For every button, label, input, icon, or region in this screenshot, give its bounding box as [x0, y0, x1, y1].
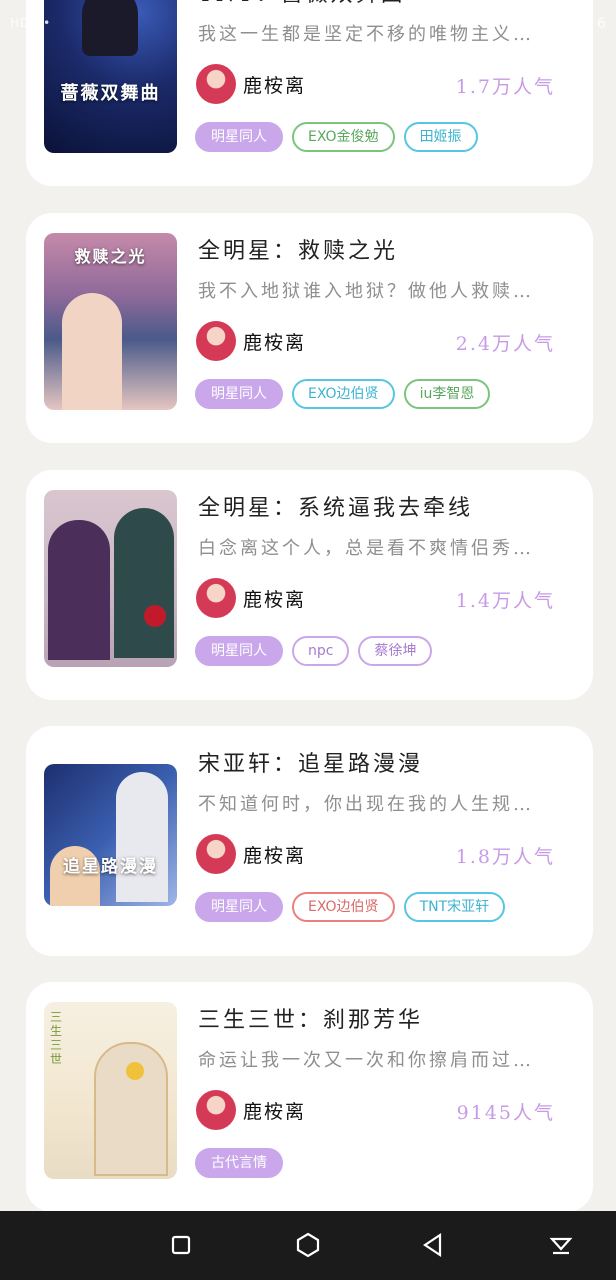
back-triangle-icon[interactable] — [420, 1231, 448, 1259]
tag-list: 古代言情 — [195, 1148, 292, 1178]
tag-list: 明星同人 EXO金俊勉 田姬振 — [195, 122, 487, 152]
tag[interactable]: 明星同人 — [195, 892, 283, 922]
cover-figure-left — [48, 520, 110, 660]
author-avatar[interactable] — [196, 1090, 236, 1130]
book-cover[interactable]: 三生三世 — [44, 1002, 177, 1179]
tag[interactable]: 蔡徐坤 — [358, 636, 433, 666]
popularity-count: 1.4万人气 — [455, 590, 555, 612]
author-avatar[interactable] — [196, 578, 236, 618]
popularity-count: 1.8万人气 — [455, 846, 555, 868]
tag-list: 明星同人 EXO边伯贤 TNT宋亚轩 — [195, 892, 514, 922]
author-name[interactable]: 鹿桉离 — [243, 71, 306, 98]
cover-title: 蔷薇双舞曲 — [60, 82, 161, 104]
system-nav-bar — [0, 1211, 616, 1280]
popularity-count: 9145人气 — [456, 1102, 555, 1124]
tag-list: 明星同人 npc 蔡徐坤 — [195, 636, 441, 666]
book-description: 我不入地狱谁入地狱？做他人救赎… — [198, 281, 534, 302]
author-name[interactable]: 鹿桉离 — [243, 585, 306, 612]
status-right: 6 — [597, 16, 606, 32]
tag[interactable]: TNT宋亚轩 — [403, 892, 506, 922]
cover-figure — [116, 772, 168, 902]
tag[interactable]: EXO边伯贤 — [292, 379, 395, 409]
popularity-count: 2.4万人气 — [455, 333, 555, 355]
tag[interactable]: 田姬振 — [403, 122, 478, 152]
book-card[interactable]: 全明星：系统逼我去牵线 白念离这个人，总是看不爽情侣秀… 鹿桉离 1.4万人气 … — [26, 470, 593, 700]
book-cover[interactable]: 救赎之光 — [44, 233, 177, 410]
flower-icon — [126, 1062, 144, 1080]
rose-icon — [144, 605, 166, 627]
popularity-count: 1.7万人气 — [455, 76, 555, 98]
download-icon[interactable] — [547, 1231, 575, 1259]
author-avatar[interactable] — [196, 321, 236, 361]
tag[interactable]: 古代言情 — [195, 1148, 283, 1178]
cover-figure-right — [114, 508, 174, 658]
author-name[interactable]: 鹿桉离 — [243, 1097, 306, 1124]
status-bar: HD •• 6 — [0, 0, 616, 44]
cover-title: 追星路漫漫 — [63, 857, 158, 878]
cover-title: 三生三世 — [50, 1010, 63, 1066]
book-title[interactable]: 宋亚轩：追星路漫漫 — [198, 746, 578, 780]
tag[interactable]: EXO金俊勉 — [292, 122, 395, 152]
book-description: 命运让我一次又一次和你擦肩而过… — [198, 1050, 534, 1071]
cover-title: 救赎之光 — [74, 247, 147, 266]
tag-list: 明星同人 EXO边伯贤 iu李智恩 — [195, 379, 499, 409]
book-description: 白念离这个人，总是看不爽情侣秀… — [198, 538, 534, 559]
book-title[interactable]: 全明星：系统逼我去牵线 — [198, 490, 578, 524]
author-avatar[interactable] — [196, 834, 236, 874]
author-name[interactable]: 鹿桉离 — [243, 841, 306, 868]
tag[interactable]: 明星同人 — [195, 379, 283, 409]
tag[interactable]: EXO边伯贤 — [292, 892, 395, 922]
tag[interactable]: npc — [292, 636, 350, 666]
square-icon[interactable] — [167, 1231, 195, 1259]
book-card[interactable]: 三生三世 三生三世：刹那芳华 命运让我一次又一次和你擦肩而过… 鹿桉离 9145… — [26, 982, 593, 1212]
author-avatar[interactable] — [196, 64, 236, 104]
status-left: HD •• — [10, 16, 52, 30]
book-card[interactable]: 追星路漫漫 宋亚轩：追星路漫漫 不知道何时，你出现在我的人生规… 鹿桉离 1.8… — [26, 726, 593, 956]
book-title[interactable]: 全明星：救赎之光 — [198, 233, 578, 267]
book-card[interactable]: 救赎之光 全明星：救赎之光 我不入地狱谁入地狱？做他人救赎… 鹿桉离 2.4万人… — [26, 213, 593, 443]
tag[interactable]: iu李智恩 — [403, 379, 491, 409]
book-cover[interactable] — [44, 490, 177, 667]
book-cover[interactable]: 追星路漫漫 — [44, 764, 177, 906]
book-title[interactable]: 三生三世：刹那芳华 — [198, 1002, 578, 1036]
cover-figure — [62, 293, 122, 410]
hexagon-icon[interactable] — [294, 1231, 322, 1259]
tag[interactable]: 明星同人 — [195, 122, 283, 152]
tag[interactable]: 明星同人 — [195, 636, 283, 666]
author-name[interactable]: 鹿桉离 — [243, 328, 306, 355]
book-description: 不知道何时，你出现在我的人生规… — [198, 794, 534, 815]
